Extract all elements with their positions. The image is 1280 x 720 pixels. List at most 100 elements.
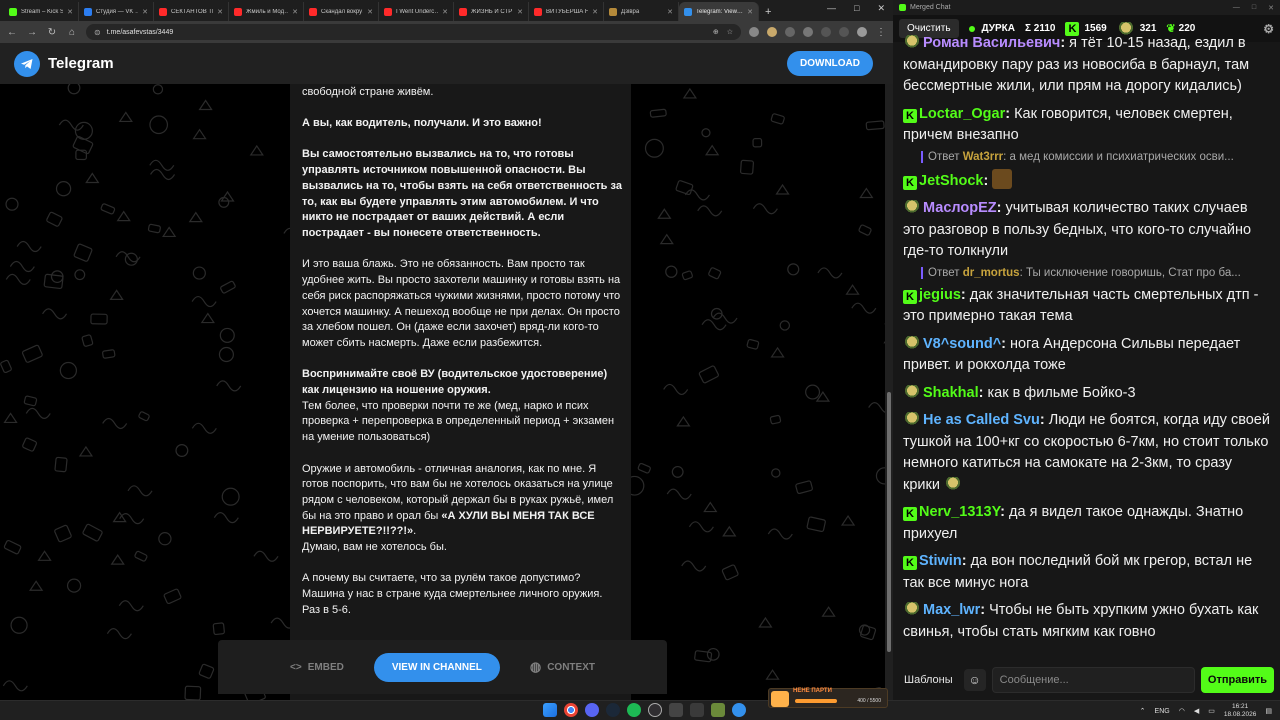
extension-icon[interactable] bbox=[803, 27, 813, 37]
profile-avatar[interactable] bbox=[857, 27, 867, 37]
zoom-icon[interactable]: ⊕ bbox=[713, 28, 719, 36]
app-icon[interactable] bbox=[669, 703, 683, 717]
chat-username[interactable]: jegius bbox=[919, 287, 961, 303]
notifications-icon[interactable]: ▤ bbox=[1265, 707, 1272, 715]
browser-tab[interactable]: Жмиль и Мод… ✕ bbox=[229, 2, 304, 21]
close-icon[interactable]: ✕ bbox=[1268, 4, 1274, 12]
pattern-doodle bbox=[752, 137, 763, 148]
volume-icon[interactable]: ◀ bbox=[1194, 707, 1199, 715]
tab-title: I Went Underc… bbox=[396, 8, 439, 15]
maximize-icon[interactable]: □ bbox=[1252, 4, 1256, 12]
minimize-icon[interactable]: — bbox=[1233, 4, 1240, 12]
close-icon[interactable]: ✕ bbox=[877, 3, 885, 14]
chat-username[interactable]: Stiwin bbox=[919, 553, 962, 569]
windows-start-icon[interactable] bbox=[543, 703, 557, 717]
telegram-brand[interactable]: Telegram bbox=[48, 55, 114, 72]
close-tab-icon[interactable]: ✕ bbox=[517, 8, 523, 16]
network-icon[interactable]: ◠ bbox=[1179, 707, 1185, 715]
chat-username[interactable]: МаслорEZ bbox=[923, 200, 997, 216]
home-icon[interactable]: ⌂ bbox=[66, 27, 78, 38]
chat-username[interactable]: JetShock bbox=[919, 173, 983, 189]
close-tab-icon[interactable]: ✕ bbox=[217, 8, 223, 16]
chat-message: K JetShock: bbox=[903, 168, 1270, 193]
back-icon[interactable]: ← bbox=[6, 27, 18, 38]
language-indicator[interactable]: ENG bbox=[1155, 708, 1170, 715]
pattern-doodle bbox=[681, 270, 693, 281]
context-button[interactable]: ◍ CONTEXT bbox=[530, 659, 595, 675]
chat-username[interactable]: Роман Васильевич bbox=[923, 35, 1060, 51]
chat-username[interactable]: Shakhal bbox=[923, 385, 979, 401]
extension-icon[interactable] bbox=[767, 27, 777, 37]
discord-icon[interactable] bbox=[585, 703, 599, 717]
browser-tab[interactable]: Дзівра ✕ bbox=[604, 2, 679, 21]
pattern-doodle bbox=[110, 554, 125, 565]
browser-tab[interactable]: ВИТУБЕРША Н… ✕ bbox=[529, 2, 604, 21]
reload-icon[interactable]: ↻ bbox=[46, 27, 58, 38]
chat-username[interactable]: Nerv_1313Y bbox=[919, 504, 1000, 520]
battery-icon[interactable]: ▭ bbox=[1208, 707, 1215, 715]
close-tab-icon[interactable]: ✕ bbox=[67, 8, 73, 16]
sidebar-icon[interactable] bbox=[839, 27, 849, 37]
templates-button[interactable]: Шаблоны bbox=[899, 674, 958, 686]
browser-menu-icon[interactable]: ⋮ bbox=[875, 27, 887, 38]
extension-icon[interactable] bbox=[749, 27, 759, 37]
scrollbar-thumb[interactable] bbox=[887, 392, 891, 652]
send-button[interactable]: Отправить bbox=[1200, 667, 1274, 693]
download-button[interactable]: DOWNLOAD bbox=[787, 51, 873, 76]
pattern-doodle bbox=[118, 111, 133, 123]
close-tab-icon[interactable]: ✕ bbox=[442, 8, 448, 16]
extensions-puzzle-icon[interactable] bbox=[821, 27, 831, 37]
pattern-doodle bbox=[637, 462, 651, 474]
clock-date: 18.08.2026 bbox=[1223, 711, 1257, 718]
chat-username[interactable]: V8^sound^ bbox=[923, 336, 1001, 352]
browser-tab[interactable]: Stream – Kick S… ✕ bbox=[4, 2, 79, 21]
browser-tab[interactable]: Студия — VK … ✕ bbox=[79, 2, 154, 21]
message-input[interactable]: Сообщение... bbox=[991, 667, 1195, 693]
post-paragraph: А вы, как водитель, получали. И это важн… bbox=[302, 117, 542, 130]
chat-username[interactable]: Loctar_Ogar bbox=[919, 106, 1005, 122]
close-tab-icon[interactable]: ✕ bbox=[747, 8, 753, 16]
close-tab-icon[interactable]: ✕ bbox=[667, 8, 673, 16]
extension-icon[interactable] bbox=[785, 27, 795, 37]
chrome-icon[interactable] bbox=[564, 703, 578, 717]
new-tab-button[interactable]: + bbox=[759, 6, 777, 21]
app-icon[interactable] bbox=[690, 703, 704, 717]
steam-icon[interactable] bbox=[606, 703, 620, 717]
obs-icon[interactable] bbox=[648, 703, 662, 717]
app-icon[interactable] bbox=[711, 703, 725, 717]
maximize-icon[interactable]: □ bbox=[854, 3, 859, 14]
close-tab-icon[interactable]: ✕ bbox=[367, 8, 373, 16]
close-tab-icon[interactable]: ✕ bbox=[592, 8, 598, 16]
site-info-icon[interactable]: ⊜ bbox=[94, 28, 101, 37]
chat-window-controls: — □ ✕ bbox=[1233, 4, 1274, 12]
embed-button[interactable]: <> EMBED bbox=[290, 662, 344, 673]
chat-username[interactable]: He as Called Svu bbox=[923, 412, 1040, 428]
browser-tab[interactable]: I Went Underc… ✕ bbox=[379, 2, 454, 21]
clock[interactable]: 16:21 18.08.2026 bbox=[1224, 703, 1257, 719]
close-tab-icon[interactable]: ✕ bbox=[292, 8, 298, 16]
browser-tab[interactable]: Telegram: View… ✕ bbox=[679, 2, 759, 21]
bookmark-star-icon[interactable]: ☆ bbox=[727, 28, 733, 36]
pattern-doodle bbox=[682, 87, 697, 99]
pattern-doodle bbox=[85, 172, 100, 184]
reply-reference[interactable]: Ответ Wat3rrr: а мед комиссии и психиатр… bbox=[921, 150, 1270, 163]
telegram-logo-icon[interactable] bbox=[14, 50, 40, 77]
browser-tab[interactable]: ЖИЗНЬ И СТР… ✕ bbox=[454, 2, 529, 21]
chat-message-list[interactable]: Роман Васильевич: я тёт 10-15 назад, езд… bbox=[893, 33, 1280, 660]
chat-username[interactable]: Max_lwr bbox=[923, 602, 980, 618]
pattern-doodle bbox=[644, 138, 664, 158]
browser-tab[interactable]: Скандал вокру… ✕ bbox=[304, 2, 379, 21]
pattern-doodle bbox=[81, 334, 94, 347]
url-field[interactable]: ⊜ t.me/asafevstas/3449 ⊕ ☆ bbox=[86, 24, 741, 40]
browser-tab[interactable]: СЕКТАНТОВ ТЫ… ✕ bbox=[154, 2, 229, 21]
favicon-icon bbox=[459, 7, 467, 16]
chevron-up-icon[interactable]: ⌃ bbox=[1140, 707, 1146, 715]
close-tab-icon[interactable]: ✕ bbox=[142, 8, 148, 16]
telegram-taskbar-icon[interactable] bbox=[732, 703, 746, 717]
minimize-icon[interactable]: — bbox=[827, 3, 836, 14]
view-in-channel-button[interactable]: VIEW IN CHANNEL bbox=[373, 652, 500, 682]
emoji-icon[interactable]: ☺ bbox=[963, 669, 986, 691]
spotify-icon[interactable] bbox=[627, 703, 641, 717]
forward-icon[interactable]: → bbox=[26, 27, 38, 38]
reply-reference[interactable]: Ответ dr_mortus: Ты исключение говоришь,… bbox=[921, 266, 1270, 279]
